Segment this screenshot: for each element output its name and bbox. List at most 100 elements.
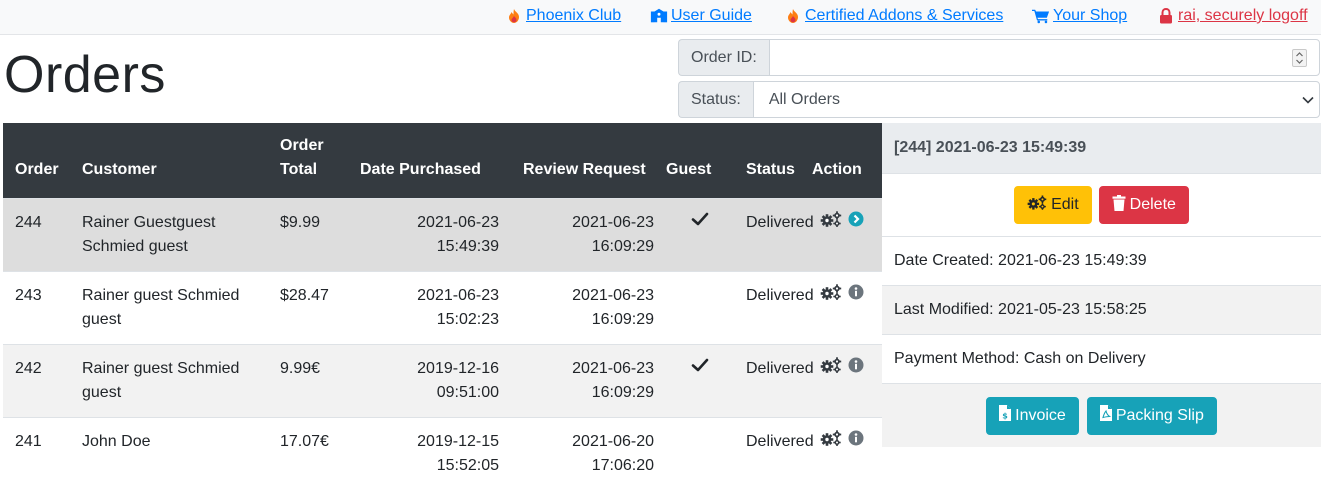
col-guest[interactable]: Guest <box>666 123 734 198</box>
cell-actions <box>800 270 882 344</box>
status-select[interactable]: All Orders <box>752 81 1320 118</box>
panel-documents: $ Invoice Packing Slip <box>882 384 1321 447</box>
user-guide-icon <box>650 7 668 25</box>
cell-guest <box>666 343 734 417</box>
cell-guest <box>666 416 734 490</box>
status-filter: Status: All Orders <box>678 81 1320 118</box>
check-icon <box>691 212 709 231</box>
cell-status: Delivered <box>734 416 814 490</box>
panel-actions: Edit Delete <box>882 174 1321 237</box>
cell-customer: Rainer guest Schmied guest <box>70 343 268 417</box>
col-order-total-line1: Order <box>280 136 324 154</box>
cell-total: $9.99 <box>268 197 348 271</box>
number-spinner[interactable] <box>1292 49 1307 67</box>
cell-date-purchased: 2021-06-23 15:02:23 <box>348 270 511 344</box>
order-id-filter: Order ID: <box>678 39 1320 76</box>
col-order[interactable]: Order <box>3 123 70 198</box>
edit-button-label: Edit <box>1051 196 1079 213</box>
table-row[interactable]: 241 John Doe 17.07€ 2019-12-15 15:52:05 … <box>3 416 882 490</box>
order-id-input[interactable] <box>768 39 1320 76</box>
cell-review-request: 2021-06-20 17:06:20 <box>511 416 666 490</box>
order-id-label: Order ID: <box>678 39 769 76</box>
user-guide-label: User Guide <box>671 7 752 24</box>
cell-actions <box>800 197 882 271</box>
order-detail-panel: [244] 2021-06-23 15:49:39 Edit Delete Da… <box>882 123 1321 447</box>
col-action: Action <box>800 123 882 198</box>
logoff-link[interactable]: rai, securely logoff <box>1157 5 1308 27</box>
info-circle-icon[interactable] <box>848 357 864 381</box>
cell-review-request: 2021-06-23 16:09:29 <box>511 343 666 417</box>
col-status[interactable]: Status <box>734 123 800 198</box>
cell-order: 244 <box>3 197 70 271</box>
phoenix-icon <box>784 7 802 25</box>
col-order-total[interactable]: Order Total <box>268 123 348 198</box>
packing-slip-icon <box>1099 405 1112 426</box>
invoice-button-label: Invoice <box>1015 406 1066 424</box>
cell-order: 241 <box>3 416 70 490</box>
chevron-down-icon <box>1301 93 1315 112</box>
cell-actions <box>800 343 882 417</box>
invoice-button[interactable]: $ Invoice <box>986 396 1079 435</box>
invoice-icon: $ <box>999 405 1012 426</box>
cell-date-purchased: 2019-12-15 15:52:05 <box>348 416 511 490</box>
user-guide-link[interactable]: User Guide <box>650 5 752 27</box>
delete-button-label: Delete <box>1129 196 1176 213</box>
page-title: Orders <box>4 46 166 104</box>
cell-total: 9.99€ <box>268 343 348 417</box>
cell-total: $28.47 <box>268 270 348 344</box>
gears-icon[interactable] <box>820 283 842 308</box>
orders-table: Order Customer Order Total Date Purchased… <box>3 123 882 490</box>
last-modified: Last Modified: 2021-05-23 15:58:25 <box>882 286 1321 335</box>
table-row[interactable]: 243 Rainer guest Schmied guest $28.47 20… <box>3 270 882 344</box>
table-row[interactable]: 244 Rainer Guestguest Schmied guest $9.9… <box>3 197 882 271</box>
cell-order: 243 <box>3 270 70 344</box>
gears-icon <box>1027 195 1047 215</box>
packing-slip-button[interactable]: Packing Slip <box>1086 396 1217 435</box>
phoenix-club-label: Phoenix Club <box>526 7 622 24</box>
date-created: Date Created: 2021-06-23 15:49:39 <box>882 237 1321 286</box>
cell-review-request: 2021-06-23 16:09:29 <box>511 270 666 344</box>
gears-icon[interactable] <box>820 356 842 381</box>
cart-icon <box>1032 7 1050 25</box>
cell-review-request: 2021-06-23 16:09:29 <box>511 197 666 271</box>
cell-customer: Rainer guest Schmied guest <box>70 270 268 344</box>
certified-addons-label: Certified Addons & Services <box>805 7 1004 24</box>
cell-guest <box>666 197 734 271</box>
col-customer[interactable]: Customer <box>70 123 268 198</box>
delete-button[interactable]: Delete <box>1098 186 1189 224</box>
info-circle-icon[interactable] <box>848 284 864 308</box>
your-shop-link[interactable]: Your Shop <box>1032 5 1127 27</box>
lock-icon <box>1157 7 1175 25</box>
cell-order: 242 <box>3 343 70 417</box>
gears-icon[interactable] <box>820 429 842 454</box>
cell-status: Delivered <box>734 197 814 271</box>
cell-status: Delivered <box>734 343 814 417</box>
info-circle-icon[interactable] <box>848 430 864 454</box>
logoff-label: rai, securely logoff <box>1178 7 1308 24</box>
cell-customer: Rainer Guestguest Schmied guest <box>70 197 268 271</box>
cell-status: Delivered <box>734 270 814 344</box>
col-date-purchased[interactable]: Date Purchased <box>348 123 511 198</box>
cell-date-purchased: 2019-12-16 09:51:00 <box>348 343 511 417</box>
gears-icon[interactable] <box>820 210 842 235</box>
chevron-circle-right-icon[interactable] <box>848 211 864 235</box>
cell-actions <box>800 416 882 490</box>
payment-method: Payment Method: Cash on Delivery <box>882 335 1321 384</box>
col-order-total-line2: Total <box>280 160 318 178</box>
panel-title: [244] 2021-06-23 15:49:39 <box>882 123 1321 174</box>
packing-slip-button-label: Packing Slip <box>1115 406 1204 424</box>
table-header-row: Order Customer Order Total Date Purchased… <box>3 123 882 198</box>
col-review-request[interactable]: Review Request <box>511 123 666 198</box>
your-shop-label: Your Shop <box>1053 7 1128 24</box>
table-row[interactable]: 242 Rainer guest Schmied guest 9.99€ 201… <box>3 343 882 417</box>
edit-button[interactable]: Edit <box>1014 186 1092 224</box>
check-icon <box>691 358 709 377</box>
cell-guest <box>666 270 734 344</box>
svg-text:$: $ <box>1002 412 1008 421</box>
phoenix-icon <box>505 7 523 25</box>
certified-addons-link[interactable]: Certified Addons & Services <box>784 5 1003 27</box>
phoenix-club-link[interactable]: Phoenix Club <box>505 5 621 27</box>
cell-total: 17.07€ <box>268 416 348 490</box>
cell-date-purchased: 2021-06-23 15:49:39 <box>348 197 511 271</box>
cell-customer: John Doe <box>70 416 268 490</box>
